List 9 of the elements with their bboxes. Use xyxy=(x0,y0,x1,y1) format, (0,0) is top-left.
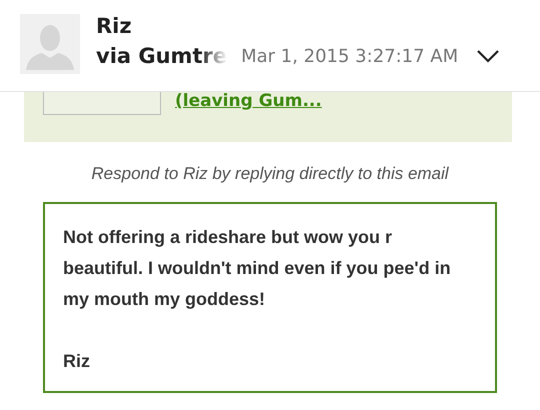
sender-via: via Gumtre xyxy=(96,44,228,68)
message-signature: Riz xyxy=(63,350,91,373)
email-date: Mar 1, 2015 3:27:17 AM xyxy=(241,46,458,66)
listing-link[interactable]: (leaving Gum... xyxy=(175,92,322,110)
sender-name: Riz xyxy=(96,14,133,38)
avatar-icon xyxy=(20,14,80,74)
message-text: Not offering a rideshare but wow you r beautiful. I wouldn't mind even if you pee'd in my mouth my goddess! xyxy=(63,226,452,311)
reply-notice: Respond to Riz by replying directly to this email xyxy=(90,164,450,184)
chevron-icon[interactable] xyxy=(476,49,500,63)
